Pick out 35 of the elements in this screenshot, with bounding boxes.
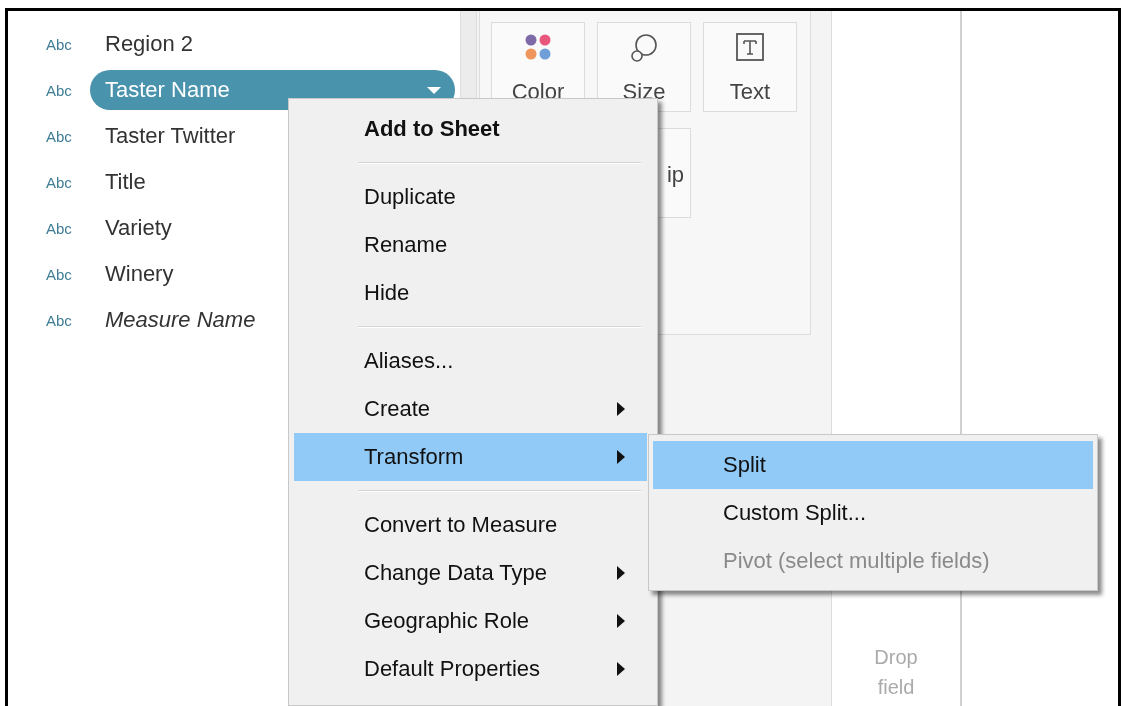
menu-item[interactable]: Duplicate xyxy=(294,173,647,221)
menu-item[interactable]: Geographic Role xyxy=(294,597,647,645)
type-label: Abc xyxy=(46,219,73,237)
color-dots-icon xyxy=(524,33,552,61)
menu-item[interactable]: Create xyxy=(294,385,647,433)
field-name[interactable]: Title xyxy=(90,162,146,202)
menu-item[interactable]: Convert to Measure xyxy=(294,501,647,549)
drop-hint: Drop field xyxy=(873,645,919,700)
submenu-arrow-icon xyxy=(617,662,625,676)
field-name[interactable]: Region 2 xyxy=(90,24,194,64)
type-label: Abc xyxy=(46,81,73,99)
submenu-arrow-icon xyxy=(617,566,625,580)
type-label: Abc xyxy=(46,35,73,53)
menu-item[interactable]: Transform xyxy=(294,433,647,481)
type-label: Abc xyxy=(46,173,73,191)
marks-card[interactable]: Text xyxy=(703,22,797,112)
type-label: Abc xyxy=(46,311,73,329)
menu-item[interactable]: Rename xyxy=(294,221,647,269)
submenu-item[interactable]: Custom Split... xyxy=(653,489,1093,537)
submenu-arrow-icon xyxy=(617,450,625,464)
menu-item[interactable]: Change Data Type xyxy=(294,549,647,597)
type-label: Abc xyxy=(46,265,73,283)
menu-item[interactable]: Aliases... xyxy=(294,337,647,385)
field-name[interactable]: Taster Twitter xyxy=(90,116,236,156)
submenu-item[interactable]: Split xyxy=(653,441,1093,489)
submenu-arrow-icon xyxy=(617,614,625,628)
circles-icon xyxy=(629,33,659,63)
menu-item[interactable]: Hide xyxy=(294,269,647,317)
field-name[interactable]: Winery xyxy=(90,254,174,294)
type-label: Abc xyxy=(46,127,73,145)
field-name[interactable]: Variety xyxy=(90,208,172,248)
menu-item[interactable]: Default Properties xyxy=(294,645,647,693)
submenu-arrow-icon xyxy=(617,402,625,416)
field-name[interactable]: Measure Name xyxy=(90,300,256,340)
text-box-icon xyxy=(736,33,764,61)
